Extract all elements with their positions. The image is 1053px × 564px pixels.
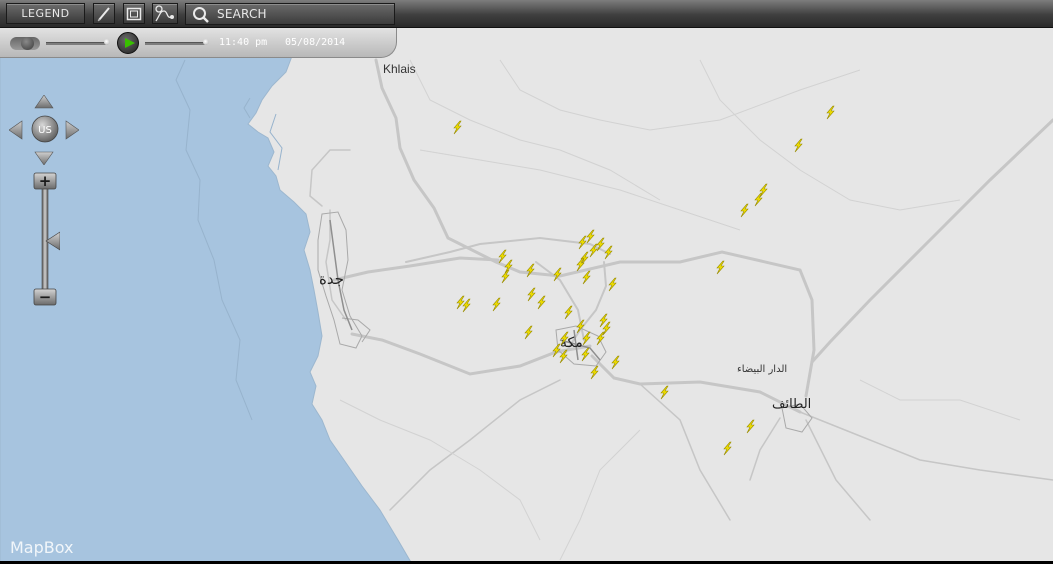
pan-right-arrow-icon[interactable]	[65, 120, 79, 140]
map[interactable]: Khlais جدة مكة الدار البيضاء الطائف	[0, 0, 1053, 564]
top-toolbar: LEGEND SEARCH	[0, 0, 1053, 28]
play-icon	[125, 38, 135, 48]
label-dar-albaida: الدار البيضاء	[737, 364, 787, 375]
frame-button[interactable]	[123, 3, 145, 24]
label-jeddah: جدة	[319, 270, 344, 288]
search-field[interactable]: SEARCH	[185, 3, 395, 25]
label-khlais: Khlais	[383, 62, 416, 76]
timeline-track-end[interactable]	[145, 42, 207, 45]
route-icon	[155, 4, 174, 21]
recenter-label: US	[38, 125, 52, 136]
search-icon	[193, 7, 209, 23]
zoom-control: + −	[33, 172, 60, 306]
pan-left-arrow-icon[interactable]	[9, 120, 23, 140]
timeline-track-start[interactable]	[46, 42, 108, 45]
timeline-date: 05/08/2014	[285, 37, 346, 48]
frame-icon	[126, 7, 142, 20]
pan-control: US	[9, 95, 79, 165]
timeline-start-handle[interactable]	[104, 39, 110, 45]
pencil-icon	[97, 6, 110, 21]
map-attribution[interactable]: MapBox	[10, 538, 74, 557]
timeline-panel: 11:40 pm 05/08/2014	[0, 28, 397, 58]
route-button[interactable]	[152, 3, 178, 24]
play-button[interactable]	[117, 32, 139, 54]
pan-down-arrow-icon[interactable]	[34, 151, 54, 165]
zoom-out-icon: −	[39, 288, 52, 306]
timeline-end-handle[interactable]	[203, 39, 209, 45]
timeline-time: 11:40 pm	[219, 37, 268, 48]
pan-up-arrow-icon[interactable]	[34, 95, 54, 109]
toggle-knob	[21, 37, 34, 50]
zoom-in-icon: +	[39, 172, 52, 190]
search-label: SEARCH	[217, 7, 267, 21]
legend-button[interactable]: LEGEND	[6, 3, 85, 24]
animation-toggle[interactable]	[10, 37, 40, 50]
draw-button[interactable]	[93, 3, 115, 24]
label-taif: الطائف	[772, 397, 811, 412]
